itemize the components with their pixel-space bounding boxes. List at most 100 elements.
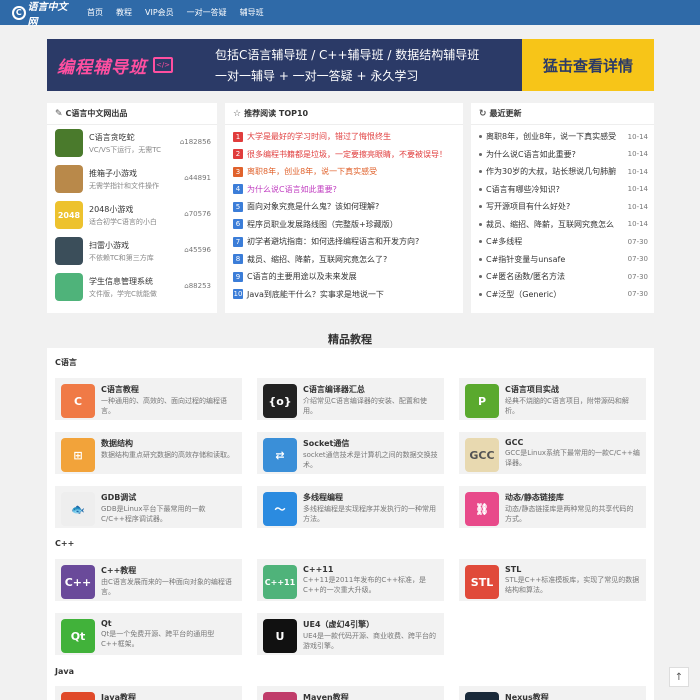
tutorial-card[interactable]: ⇄ Socket通信 socket通信技术是计算机之间的数据交换技术。 <box>257 432 444 474</box>
tutorial-card[interactable]: C C语言教程 一种通用的、高效的、面向过程的编程语言。 <box>55 378 242 420</box>
product-item[interactable]: C语言贪吃蛇 VC/VS下运行，无需TC ⌂182856 <box>47 125 217 161</box>
card-title[interactable]: C语言编译器汇总 <box>303 384 438 395</box>
card-title[interactable]: 数据结构 <box>101 438 234 449</box>
update-item[interactable]: 为什么说C语言如此重要? 10-14 <box>471 146 654 164</box>
top10-item[interactable]: 5 面向对象究竟是什么鬼？该如何理解? <box>225 198 463 216</box>
site-logo[interactable]: C 语言中文网 <box>12 2 75 28</box>
category-label: Java <box>55 667 74 676</box>
update-link[interactable]: C#多线程 <box>486 236 624 247</box>
tutorial-card[interactable]: U UE4（虚幻4引擎） UE4是一款代码开源、商业收费、跨平台的游戏引擎。 <box>257 613 444 655</box>
tutorial-card[interactable]: P C语言项目实战 经典不烧脑的C语言项目，附带源码和解析。 <box>459 378 646 420</box>
update-item[interactable]: C#指针变量与unsafe 07-30 <box>471 251 654 269</box>
top10-link[interactable]: Java到底能干什么？实事求是地说一下 <box>247 289 384 300</box>
nav-qa[interactable]: 一对一答疑 <box>187 7 227 18</box>
nav-vip[interactable]: VIP会员 <box>145 7 174 18</box>
tutorial-card[interactable]: C++ C++教程 由C语言发展而来的一种面向对象的编程语言。 <box>55 559 242 601</box>
tutorial-card[interactable]: M Maven教程 <box>257 686 444 700</box>
top10-link[interactable]: C语言的主要用途以及未来发展 <box>247 271 357 282</box>
card-title[interactable]: Java教程 <box>101 692 136 700</box>
card-text: UE4（虚幻4引擎） UE4是一款代码开源、商业收费、跨平台的游戏引擎。 <box>303 619 438 651</box>
nav-classes[interactable]: 辅导班 <box>240 7 264 18</box>
card-title[interactable]: 多线程编程 <box>303 492 438 503</box>
top10-link[interactable]: 面向对象究竟是什么鬼？该如何理解? <box>247 201 379 212</box>
card-text: 动态/静态链接库 动态/静态链接库是两种常见的共享代码的方式。 <box>505 492 640 524</box>
top10-item[interactable]: 10 Java到底能干什么？实事求是地说一下 <box>225 286 463 304</box>
top10-link[interactable]: 裁员、缩招、降薪，互联网究竟怎么了? <box>247 254 387 265</box>
top10-item[interactable]: 2 很多编程书籍都是垃圾，一定要擦亮眼睛，不要被误导！ <box>225 146 463 164</box>
product-item[interactable]: 2048 2048小游戏 适合初学C语言的小白 ⌂70576 <box>47 197 217 233</box>
update-link[interactable]: 作为30岁的大叔，站长想说几句肺腑 <box>486 166 624 177</box>
top10-link[interactable]: 大学是最好的学习时间，错过了悔恨终生 <box>247 131 391 142</box>
update-link[interactable]: C语言有哪些冷知识? <box>486 184 624 195</box>
product-item[interactable]: 学生信息管理系统 文件版，学完C就能做 ⌂88253 <box>47 269 217 305</box>
product-desc: 文件版，学完C就能做 <box>89 289 157 298</box>
top10-link[interactable]: 很多编程书籍都是垃圾，一定要擦亮眼睛，不要被误导！ <box>247 149 447 160</box>
update-link[interactable]: 为什么说C语言如此重要? <box>486 149 624 160</box>
top10-link[interactable]: 离职8年，创业8年，说一下真实感受 <box>247 166 377 177</box>
update-link[interactable]: C#匿名函数/匿名方法 <box>486 271 624 282</box>
product-count-value: 70576 <box>188 210 211 218</box>
back-to-top-button[interactable]: ↑ <box>669 667 689 687</box>
update-item[interactable]: 离职8年，创业8年，说一下真实感受 10-14 <box>471 128 654 146</box>
card-title[interactable]: C++教程 <box>101 565 236 576</box>
product-item[interactable]: 推箱子小游戏 无需学指针和文件操作 ⌂44891 <box>47 161 217 197</box>
update-item[interactable]: C语言有哪些冷知识? 10-14 <box>471 181 654 199</box>
tutorial-card[interactable]: GCC GCC GCC是Linux系统下最常用的一款C/C++编译器。 <box>459 432 646 474</box>
product-title[interactable]: 推箱子小游戏 <box>89 168 167 179</box>
top10-item[interactable]: 8 裁员、缩招、降薪，互联网究竟怎么了? <box>225 251 463 269</box>
card-title[interactable]: GCC <box>505 438 640 447</box>
top10-item[interactable]: 3 离职8年，创业8年，说一下真实感受 <box>225 163 463 181</box>
update-link[interactable]: 写开源项目有什么好处? <box>486 201 624 212</box>
top10-item[interactable]: 4 为什么说C语言如此重要? <box>225 181 463 199</box>
card-title[interactable]: C语言项目实战 <box>505 384 640 395</box>
top10-link[interactable]: 为什么说C语言如此重要? <box>247 184 337 195</box>
tutorial-card[interactable]: STL STL STL是C++标准模板库，实现了常见的数据结构和算法。 <box>459 559 646 601</box>
product-title[interactable]: 扫雷小游戏 <box>89 240 167 251</box>
top10-item[interactable]: 7 初学者避坑指南：如何选择编程语言和开发方向? <box>225 233 463 251</box>
tutorial-card[interactable]: C++11 C++11 C++11是2011年发布的C++标准，是C++的一次重大升… <box>257 559 444 601</box>
card-title[interactable]: C++11 <box>303 565 438 574</box>
card-desc: 数据结构重点研究数据的高效存储和读取。 <box>101 451 234 459</box>
update-item[interactable]: C#多线程 07-30 <box>471 233 654 251</box>
card-title[interactable]: 动态/静态链接库 <box>505 492 640 503</box>
update-item[interactable]: C#泛型（Generic） 07-30 <box>471 286 654 304</box>
card-title[interactable]: GDB调试 <box>101 492 236 503</box>
card-title[interactable]: Socket通信 <box>303 438 438 449</box>
tutorial-card[interactable]: {o} C语言编译器汇总 介绍常见C语言编译器的安装、配置和使用。 <box>257 378 444 420</box>
card-title[interactable]: Maven教程 <box>303 692 349 700</box>
card-text: C语言教程 一种通用的、高效的、面向过程的编程语言。 <box>101 384 236 416</box>
update-item[interactable]: 作为30岁的大叔，站长想说几句肺腑 10-14 <box>471 163 654 181</box>
top10-link[interactable]: 程序员职业发展路线图（完整版+珍藏版） <box>247 219 398 230</box>
update-link[interactable]: C#泛型（Generic） <box>486 289 624 300</box>
card-title[interactable]: C语言教程 <box>101 384 236 395</box>
update-item[interactable]: 裁员、缩招、降薪，互联网究竟怎么 10-14 <box>471 216 654 234</box>
tutorial-card[interactable]: ⛓ 动态/静态链接库 动态/静态链接库是两种常见的共享代码的方式。 <box>459 486 646 528</box>
tutorial-card[interactable]: N Nexus教程 <box>459 686 646 700</box>
update-link[interactable]: 裁员、缩招、降薪，互联网究竟怎么 <box>486 219 624 230</box>
tutorial-card[interactable]: ⊞ 数据结构 数据结构重点研究数据的高效存储和读取。 <box>55 432 242 474</box>
tutorial-card[interactable]: Qt Qt Qt是一个免费开源、跨平台的通用型C++框架。 <box>55 613 242 655</box>
product-title[interactable]: 学生信息管理系统 <box>89 276 167 287</box>
card-title[interactable]: Nexus教程 <box>505 692 549 700</box>
card-title[interactable]: Qt <box>101 619 236 628</box>
update-link[interactable]: C#指针变量与unsafe <box>486 254 624 265</box>
top10-item[interactable]: 1 大学是最好的学习时间，错过了悔恨终生 <box>225 128 463 146</box>
tutorial-card[interactable]: 〜多线程编程 多线程编程是实现程序并发执行的一种常用方法。 <box>257 486 444 528</box>
product-title[interactable]: 2048小游戏 <box>89 204 167 215</box>
card-title[interactable]: STL <box>505 565 640 574</box>
update-link[interactable]: 离职8年，创业8年，说一下真实感受 <box>486 131 624 142</box>
nav-tutorials[interactable]: 教程 <box>116 7 132 18</box>
card-title[interactable]: UE4（虚幻4引擎） <box>303 619 438 630</box>
top10-item[interactable]: 9 C语言的主要用途以及未来发展 <box>225 268 463 286</box>
banner-cta-button[interactable]: 猛击查看详情 <box>522 39 654 91</box>
tutorial-card[interactable]: J Java教程 <box>55 686 242 700</box>
product-item[interactable]: 扫雷小游戏 不依赖TC和第三方库 ⌂45596 <box>47 233 217 269</box>
product-title[interactable]: C语言贪吃蛇 <box>89 132 167 143</box>
update-item[interactable]: C#匿名函数/匿名方法 07-30 <box>471 268 654 286</box>
tutorial-card[interactable]: 🐟 GDB调试 GDB是Linux平台下最常用的一款C/C++程序调试器。 <box>55 486 242 528</box>
update-item[interactable]: 写开源项目有什么好处? 10-14 <box>471 198 654 216</box>
nav-home[interactable]: 首页 <box>87 7 103 18</box>
top10-item[interactable]: 6 程序员职业发展路线图（完整版+珍藏版） <box>225 216 463 234</box>
promo-banner[interactable]: 编程辅导班 </> 包括C语言辅导班 / C++辅导班 / 数据结构辅导班 一对… <box>47 39 654 91</box>
top10-link[interactable]: 初学者避坑指南：如何选择编程语言和开发方向? <box>247 236 419 247</box>
